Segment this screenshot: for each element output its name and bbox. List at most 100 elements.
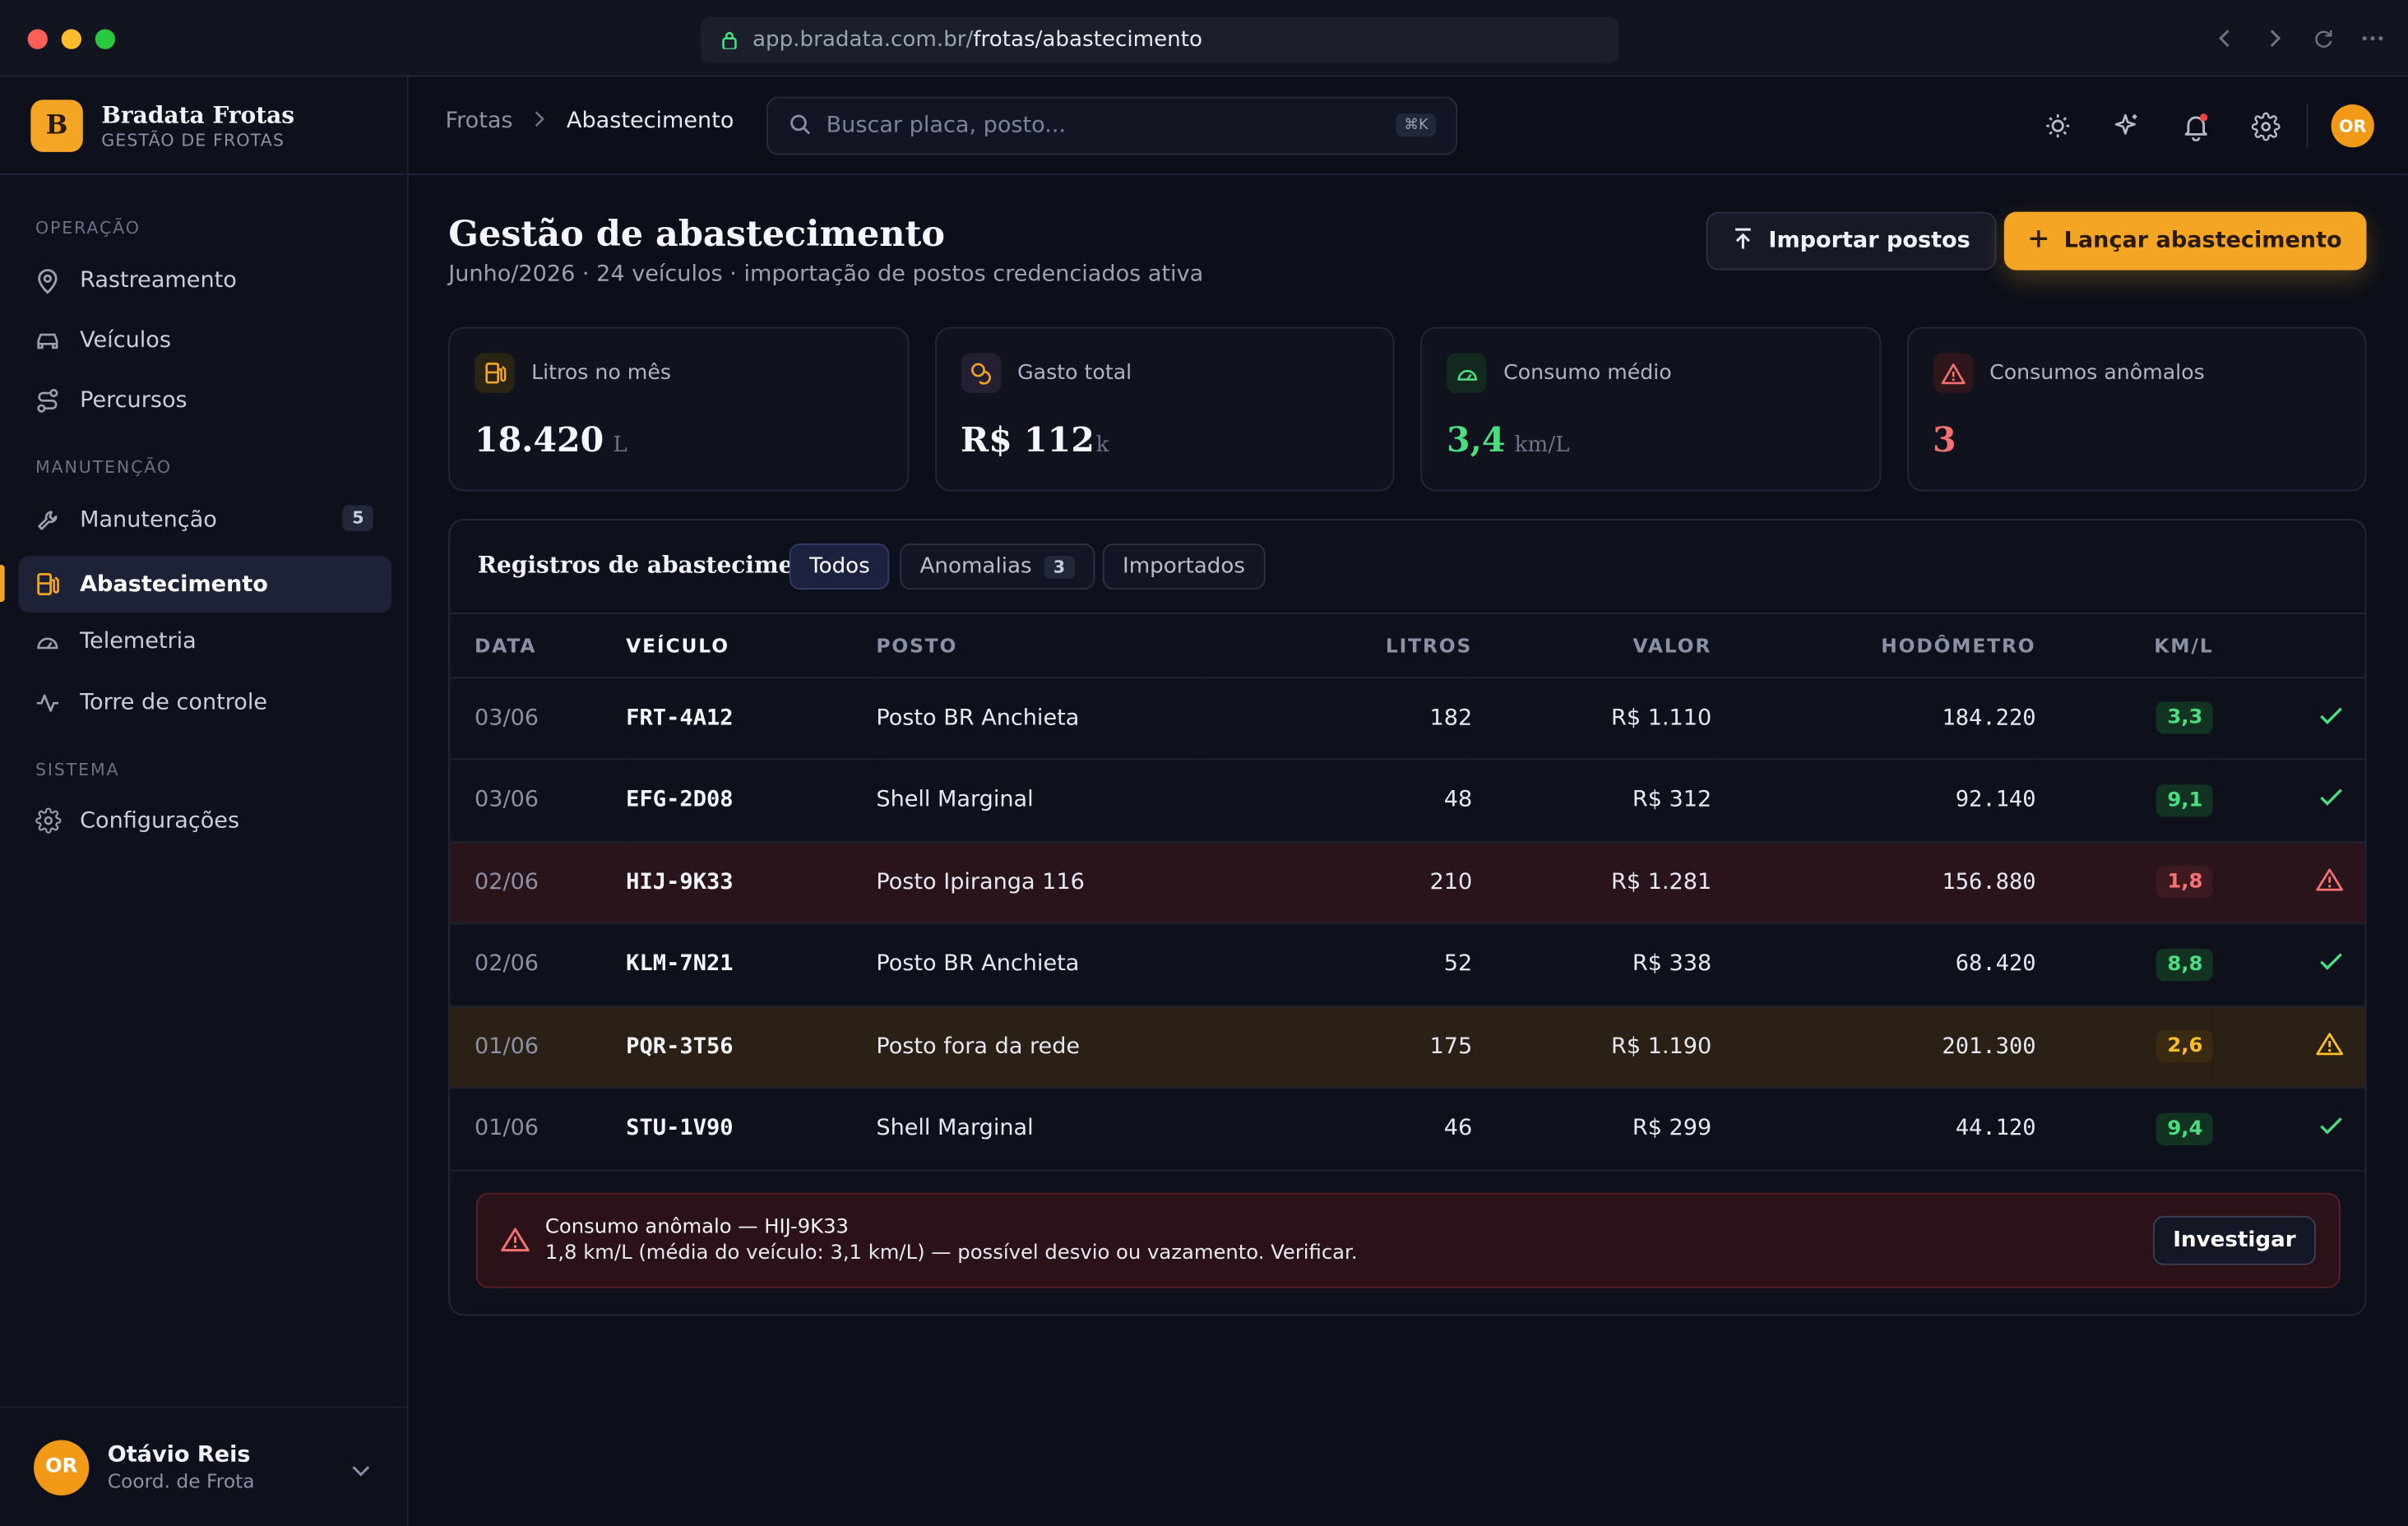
cell-status xyxy=(2213,759,2365,843)
col-vehicle[interactable]: VEÍCULO xyxy=(626,613,877,678)
kpi-number: 18.420 xyxy=(474,420,604,461)
cell-station: Posto Ipiranga 116 xyxy=(876,841,1201,925)
sidebar-item-veiculos[interactable]: Veículos xyxy=(18,312,391,368)
records-table: DATA VEÍCULO POSTO LITROS VALOR HODÔMETR… xyxy=(450,613,2365,1171)
sidebar-item-percursos[interactable]: Percursos xyxy=(18,372,391,428)
cell-vehicle[interactable]: PQR-3T56 xyxy=(626,1006,877,1089)
sidebar-item-label: Manutenção xyxy=(80,507,217,533)
kpi-unit: L xyxy=(613,432,627,458)
sidebar-item-label: Rastreamento xyxy=(80,267,237,293)
sidebar-item-rastreamento[interactable]: Rastreamento xyxy=(18,252,391,308)
car-icon xyxy=(34,326,62,354)
kpi-label: Gasto total xyxy=(1017,360,1132,386)
cell-station: Posto fora da rede xyxy=(876,1006,1201,1089)
sidebar-item-telemetria[interactable]: Telemetria xyxy=(18,613,391,669)
kpi-label: Consumo médio xyxy=(1503,360,1672,386)
tab-anomalias[interactable]: Anomalias 3 xyxy=(900,543,1095,590)
sidebar-item-label: Configurações xyxy=(80,808,240,834)
avatar[interactable]: OR xyxy=(2331,104,2374,148)
kpi-card-spend: Gasto total R$ 112 k xyxy=(934,326,1395,492)
forward-icon[interactable] xyxy=(2263,25,2285,53)
search-input[interactable] xyxy=(826,113,1379,139)
gear-icon[interactable] xyxy=(2250,110,2281,141)
kpi-label: Consumos anômalos xyxy=(1989,360,2205,386)
cell-liters: 52 xyxy=(1200,923,1473,1007)
cell-date: 02/06 xyxy=(450,923,627,1007)
cell-vehicle[interactable]: STU-1V90 xyxy=(626,1087,877,1171)
chevron-down-icon[interactable] xyxy=(352,1454,370,1482)
reload-icon[interactable] xyxy=(2313,25,2334,53)
maximize-window-button[interactable] xyxy=(95,29,116,49)
cell-date: 03/06 xyxy=(450,759,627,843)
alert-title: Consumo anômalo — HIJ-9K33 xyxy=(544,1215,850,1239)
add-fueling-label: Lançar abastecimento xyxy=(2063,229,2342,254)
cell-value: R$ 1.190 xyxy=(1472,1006,1712,1089)
col-station[interactable]: POSTO xyxy=(876,613,1201,678)
tab-todos[interactable]: Todos xyxy=(789,543,891,590)
app-window: app.bradata.com.br/frotas/abastecimento … xyxy=(0,0,2408,1526)
cell-value: R$ 1.110 xyxy=(1472,677,1712,761)
back-icon[interactable] xyxy=(2215,25,2236,53)
table-header-row: DATA VEÍCULO POSTO LITROS VALOR HODÔMETR… xyxy=(450,613,2365,678)
cell-value: R$ 299 xyxy=(1472,1087,1712,1171)
table-row[interactable]: 02/06 HIJ-9K33 Posto Ipiranga 116 210 R$… xyxy=(450,841,2365,925)
brand[interactable]: B Bradata Frotas GESTÃO DE FROTAS xyxy=(0,76,407,175)
address-bar[interactable]: app.bradata.com.br/frotas/abastecimento xyxy=(700,16,1619,63)
window-controls xyxy=(27,29,116,49)
user-role: Coord. de Frota xyxy=(107,1468,255,1492)
investigate-button[interactable]: Investigar xyxy=(2152,1215,2316,1265)
close-window-button[interactable] xyxy=(27,29,48,49)
sidebar-item-abastecimento[interactable]: Abastecimento xyxy=(18,555,392,613)
col-liters[interactable]: LITROS xyxy=(1200,613,1473,678)
cell-liters: 182 xyxy=(1200,677,1473,761)
tab-label: Anomalias xyxy=(919,554,1032,579)
activity-icon xyxy=(34,688,62,716)
table-row[interactable]: 03/06 FRT-4A12 Posto BR Anchieta 182 R$ … xyxy=(450,677,2365,761)
table-row[interactable]: 01/06 STU-1V90 Shell Marginal 46 R$ 299 … xyxy=(450,1087,2365,1171)
warning-icon xyxy=(501,1227,530,1259)
tab-importados[interactable]: Importados xyxy=(1102,543,1266,590)
sun-icon[interactable] xyxy=(2043,110,2073,141)
sidebar-item-label: Abastecimento xyxy=(80,571,268,597)
cell-vehicle[interactable]: EFG-2D08 xyxy=(626,759,877,843)
bell-icon[interactable] xyxy=(2181,110,2211,141)
kpi-card-anomalies: Consumos anômalos 3 xyxy=(1906,326,2367,492)
more-icon[interactable] xyxy=(2362,25,2383,53)
cell-vehicle[interactable]: KLM-7N21 xyxy=(626,923,877,1007)
col-value[interactable]: VALOR xyxy=(1472,613,1712,678)
add-fueling-button[interactable]: Lançar abastecimento xyxy=(2003,211,2367,271)
sidebar-item-label: Veículos xyxy=(80,327,171,353)
cell-kml: 3,3 xyxy=(2035,677,2214,761)
table-row[interactable]: 01/06 PQR-3T56 Posto fora da rede 175 R$… xyxy=(450,1006,2365,1089)
kpi-value: R$ 112 k xyxy=(961,421,1109,461)
sidebar-item-configuracoes[interactable]: Configurações xyxy=(18,793,391,849)
alert-message: 1,8 km/L (média do veículo: 3,1 km/L) — … xyxy=(544,1242,1358,1265)
sidebar-item-manutencao[interactable]: Manutenção 5 xyxy=(18,492,391,548)
cell-kml: 9,4 xyxy=(2035,1087,2214,1171)
import-stations-button[interactable]: Importar postos xyxy=(1705,211,1997,271)
sidebar-item-label: Percursos xyxy=(80,387,188,413)
cell-status xyxy=(2213,1006,2365,1089)
cell-status xyxy=(2213,677,2365,761)
breadcrumb-frotas[interactable]: Frotas xyxy=(446,109,513,134)
table-row[interactable]: 03/06 EFG-2D08 Shell Marginal 48 R$ 312 … xyxy=(450,759,2365,843)
col-odometer[interactable]: HODÔMETRO xyxy=(1711,613,2036,678)
minimize-window-button[interactable] xyxy=(61,29,81,49)
tab-label: Importados xyxy=(1122,554,1246,579)
table-row[interactable]: 02/06 KLM-7N21 Posto BR Anchieta 52 R$ 3… xyxy=(450,923,2365,1007)
col-date[interactable]: DATA xyxy=(450,613,627,678)
col-kml[interactable]: KM/L xyxy=(2035,613,2214,678)
page-subtitle: Junho/2026 · 24 veículos · importação de… xyxy=(448,262,1204,288)
cell-kml: 8,8 xyxy=(2035,923,2214,1007)
sparkles-icon[interactable] xyxy=(2112,110,2142,141)
user-menu[interactable]: OR Otávio Reis Coord. de Frota xyxy=(0,1406,407,1526)
sidebar-item-torre-de-controle[interactable]: Torre de controle xyxy=(18,674,391,731)
cell-odometer: 68.420 xyxy=(1711,923,2036,1007)
search-box[interactable]: ⌘K xyxy=(766,96,1458,155)
cell-vehicle[interactable]: FRT-4A12 xyxy=(626,677,877,761)
kml-badge: 9,4 xyxy=(2156,1112,2214,1145)
topbar-tools: OR xyxy=(2043,104,2374,148)
section-sistema: SISTEMA xyxy=(35,760,120,780)
cell-liters: 210 xyxy=(1200,841,1473,925)
cell-vehicle[interactable]: HIJ-9K33 xyxy=(626,841,877,925)
